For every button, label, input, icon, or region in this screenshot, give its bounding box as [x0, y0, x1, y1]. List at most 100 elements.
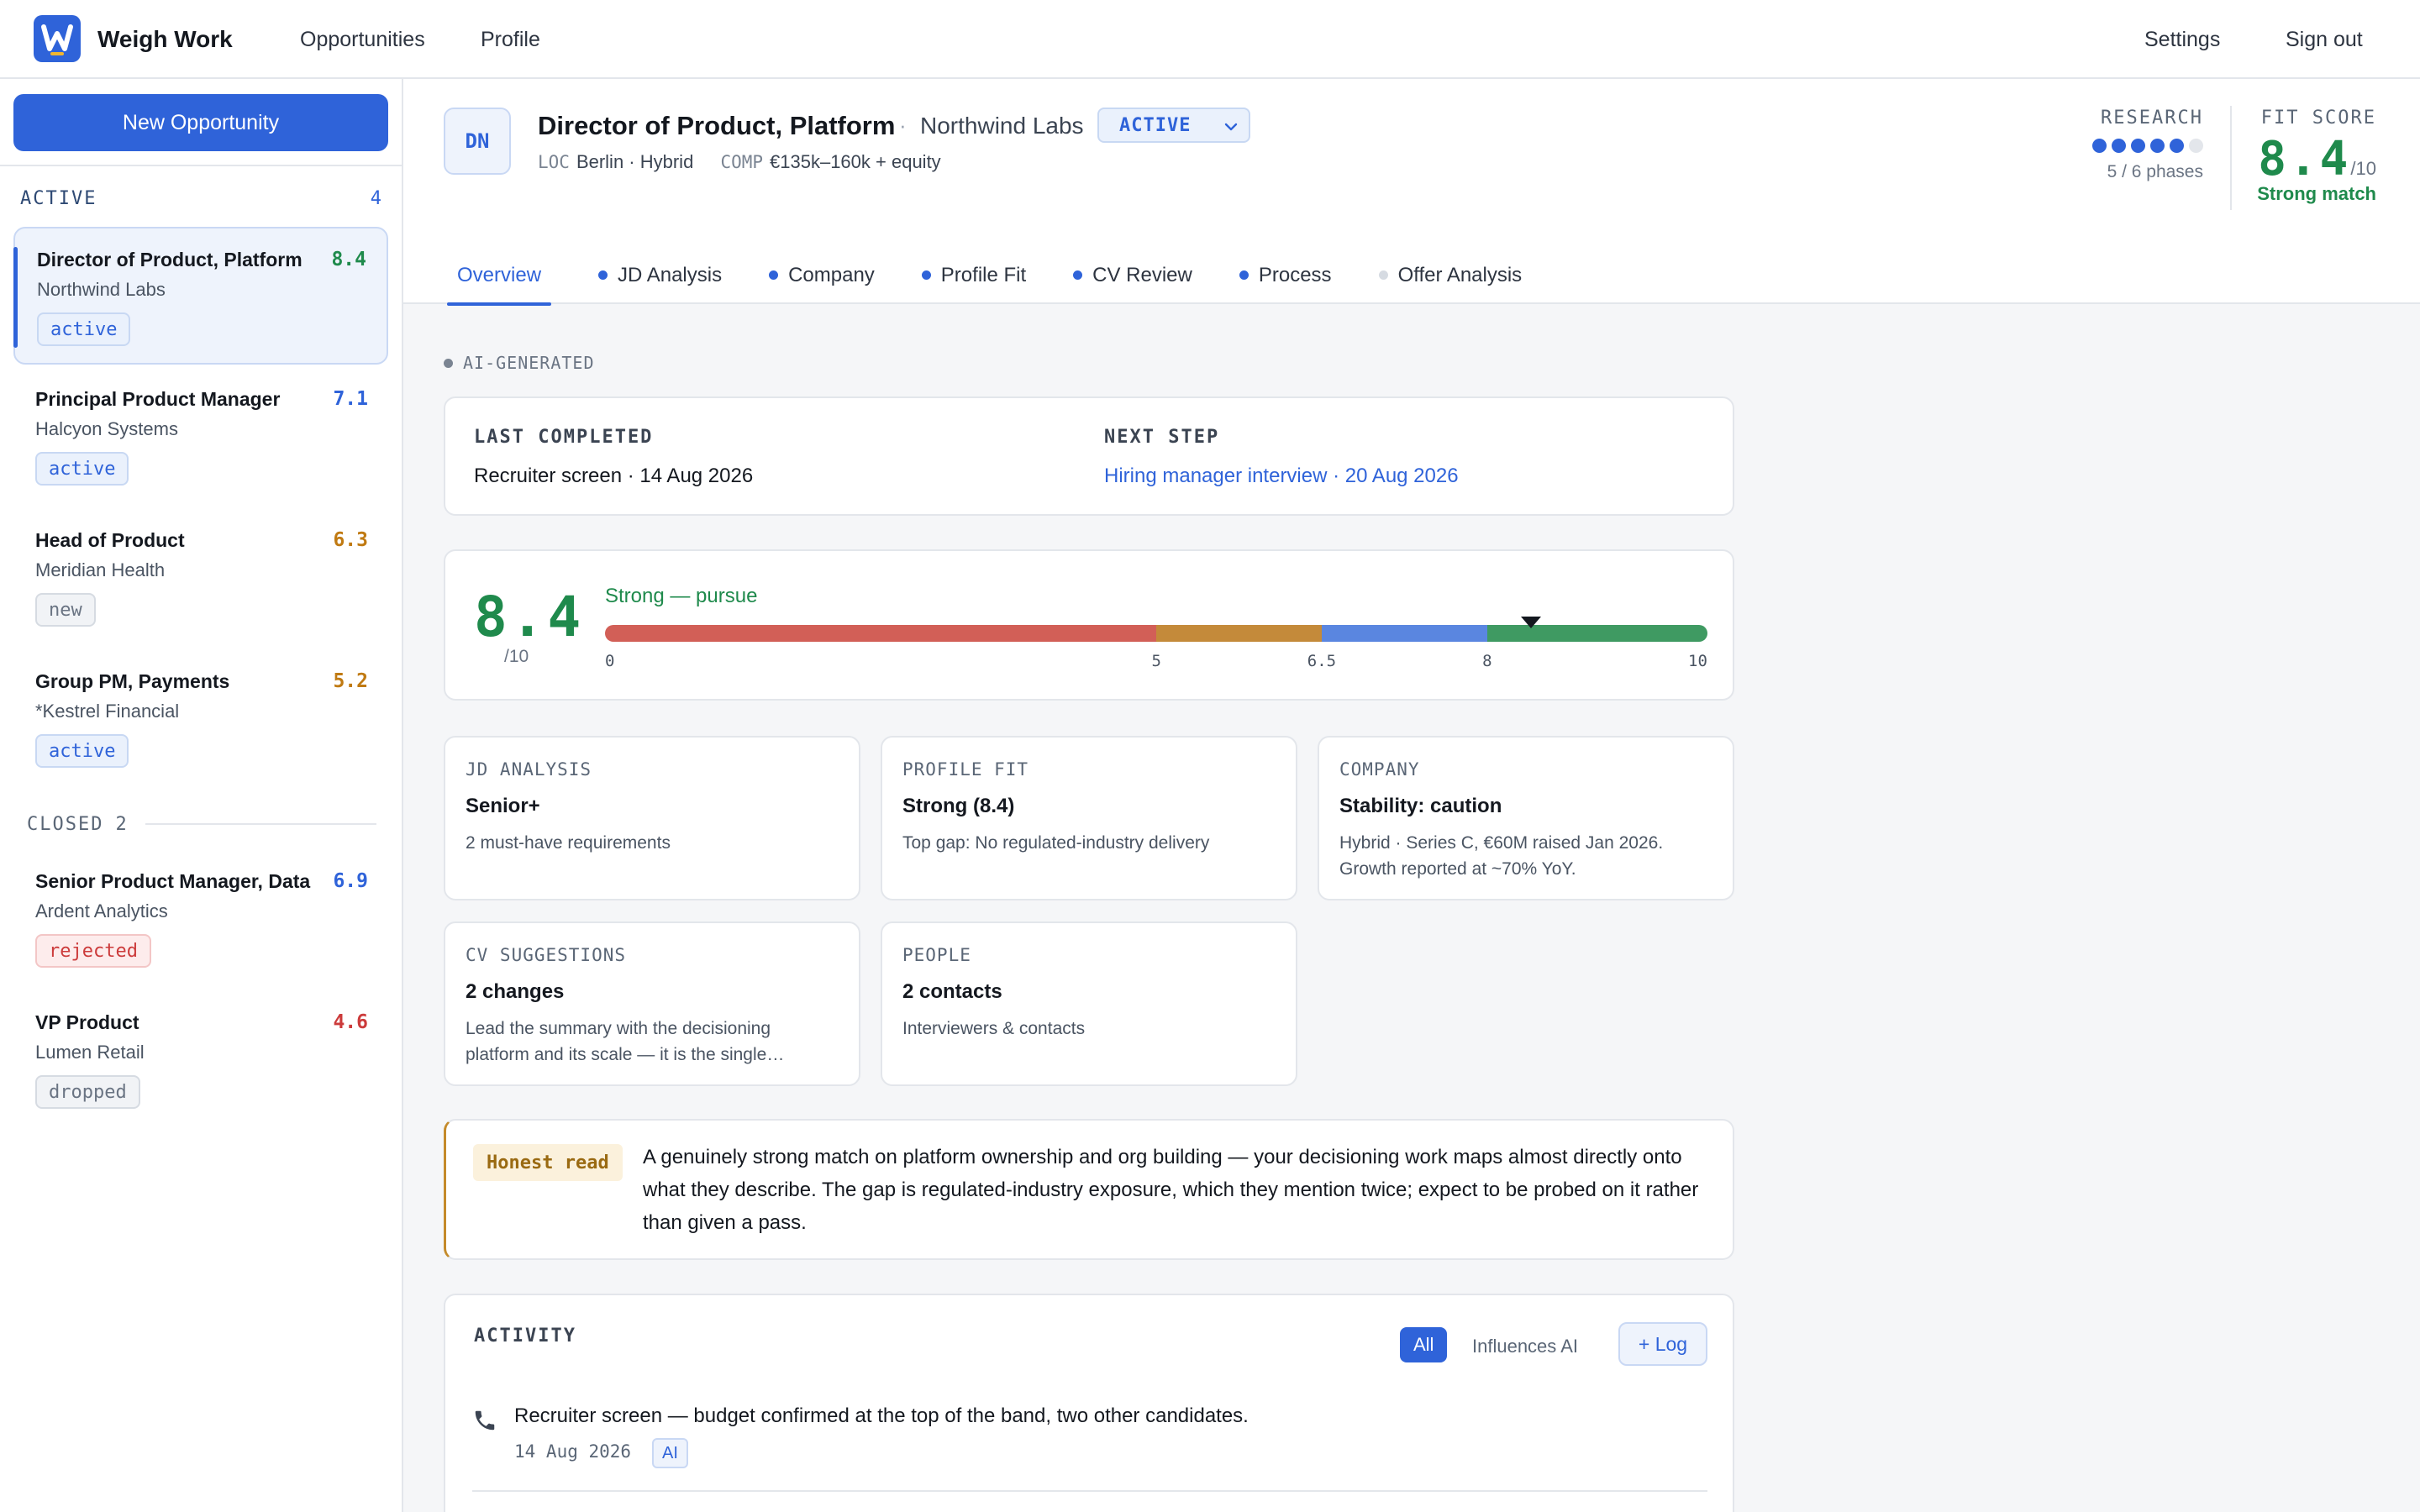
status-badge: active — [37, 312, 131, 346]
status-dot-icon — [921, 270, 931, 280]
opportunity-item[interactable]: Group PM, Payments *Kestrel Financial 5.… — [13, 650, 388, 788]
active-group-count: 4 — [370, 188, 381, 209]
top-nav: Weigh Work Opportunities Profile Setting… — [0, 0, 2420, 79]
new-opportunity-button[interactable]: New Opportunity — [13, 94, 388, 151]
tile-label: CV SUGGESTIONS — [466, 945, 627, 965]
dot-icon — [444, 358, 453, 368]
score-tick-label: 5 — [1151, 652, 1161, 670]
status-dot-icon — [598, 270, 608, 280]
tab-profile-fit[interactable]: Profile Fit — [921, 259, 1027, 304]
page-title: Director of Product, Platform — [538, 111, 896, 140]
score-bar-segment — [1156, 625, 1322, 642]
score-tick-label: 0 — [605, 652, 615, 670]
opportunity-item[interactable]: Head of Product Meridian Health 6.3 new — [13, 509, 388, 647]
opportunity-item[interactable]: Principal Product Manager Halcyon System… — [13, 368, 388, 506]
opportunity-item[interactable]: VP Product Lumen Retail 4.6 dropped — [13, 991, 388, 1129]
phone-icon — [475, 1410, 495, 1431]
status-dot-icon — [1378, 270, 1388, 280]
opportunity-company: Northwind Labs — [37, 279, 166, 300]
opportunity-title: Principal Product Manager — [35, 388, 281, 410]
company-tile[interactable]: COMPANY Stability: caution Hybrid · Seri… — [1318, 736, 1734, 900]
tile-value: 2 contacts — [902, 980, 1002, 1003]
tile-description: 2 must-have requirements — [466, 833, 671, 853]
brand-name[interactable]: Weigh Work — [97, 26, 233, 53]
score-tick-label: 6.5 — [1307, 652, 1337, 670]
research-dots — [2084, 139, 2203, 154]
status-card: LAST COMPLETED Recruiter screen · 14 Aug… — [444, 396, 1734, 516]
sidebar-divider — [0, 165, 402, 166]
opportunity-company: Halcyon Systems — [35, 418, 178, 439]
status-badge: active — [35, 734, 129, 768]
tab-label: Company — [788, 264, 875, 286]
avatar: DN — [444, 108, 511, 175]
fit-score-denominator: /10 — [2350, 158, 2376, 179]
tab-label: Profile Fit — [940, 264, 1027, 286]
meta-row: LOC Berlin · Hybrid COMP €135k–160k + equi… — [538, 151, 963, 173]
company-name: Northwind Labs — [920, 113, 1084, 139]
jd-analysis-tile[interactable]: JD ANALYSIS Senior+ 2 must-have requirem… — [444, 736, 860, 900]
score-bar-segment — [605, 625, 1156, 642]
research-dot — [2189, 139, 2203, 153]
nav-sign-out[interactable]: Sign out — [2286, 28, 2363, 52]
cv-suggestions-tile[interactable]: CV SUGGESTIONS 2 changes Lead the summar… — [444, 921, 860, 1086]
opportunity-score: 8.4 — [331, 249, 366, 270]
honest-read-card: Honest read A genuinely strong match on … — [444, 1119, 1734, 1260]
location-key: LOC — [538, 152, 570, 172]
tile-description-line: Growth reported at ~70% YoY. — [1339, 859, 1576, 879]
ai-generated-label: AI-GENERATED — [444, 353, 595, 373]
filter-influences-ai-button[interactable]: Influences AI — [1472, 1336, 1578, 1357]
tab-label: JD Analysis — [618, 264, 723, 286]
status-dropdown[interactable]: ACTIVE — [1097, 108, 1250, 143]
tile-label: COMPANY — [1339, 759, 1420, 780]
filter-all-button[interactable]: All — [1400, 1327, 1448, 1362]
research-progress: RESEARCH 5 / 6 phases — [2084, 108, 2203, 182]
opportunity-item[interactable]: Director of Product, Platform Northwind … — [13, 227, 388, 365]
status-dot-icon — [1239, 270, 1249, 280]
tab-bar: Overview JD Analysis Company Profile Fit… — [447, 259, 1522, 306]
last-completed-value: Recruiter screen · 14 Aug 2026 — [474, 465, 754, 487]
opportunity-item[interactable]: Senior Product Manager, Data Ardent Anal… — [13, 850, 388, 988]
log-button[interactable]: + Log — [1618, 1322, 1707, 1366]
research-dot — [2112, 139, 2126, 153]
tab-process[interactable]: Process — [1239, 259, 1332, 304]
w-logo-icon[interactable] — [34, 15, 81, 62]
status-dot-icon — [1073, 270, 1083, 280]
opportunity-title: Director of Product, Platform — [37, 249, 302, 270]
score-verdict: Strong — pursue — [605, 585, 758, 607]
compensation-key: COMP — [720, 152, 764, 172]
status-badge: new — [35, 593, 96, 627]
next-step-link[interactable]: Hiring manager interview · 20 Aug 2026 — [1104, 465, 1459, 488]
score-bar-segment — [1486, 625, 1707, 642]
opportunity-score: 4.6 — [333, 1011, 368, 1033]
nav-opportunities[interactable]: Opportunities — [300, 28, 425, 52]
honest-read-badge: Honest read — [473, 1144, 623, 1181]
tab-overview[interactable]: Overview — [447, 259, 552, 306]
tile-value: Senior+ — [466, 795, 540, 817]
closed-group-header: CLOSED 2 — [27, 811, 376, 837]
status-dot-icon — [769, 270, 779, 280]
tab-company[interactable]: Company — [769, 259, 875, 304]
opportunity-score: 6.9 — [333, 870, 368, 892]
tile-value: Stability: caution — [1339, 795, 1502, 817]
nav-settings[interactable]: Settings — [2144, 28, 2220, 52]
people-tile[interactable]: PEOPLE 2 contacts Interviewers & contact… — [881, 921, 1297, 1086]
last-completed-label: LAST COMPLETED — [474, 427, 654, 448]
profile-fit-tile[interactable]: PROFILE FIT Strong (8.4) Top gap: No reg… — [881, 736, 1297, 900]
ai-generated-text: AI-GENERATED — [463, 353, 595, 373]
honest-read-text: A genuinely strong match on platform own… — [643, 1146, 1699, 1234]
title-separator: · — [899, 113, 907, 138]
opportunity-title: Head of Product — [35, 529, 185, 551]
score-tick-label: 8 — [1482, 652, 1492, 670]
status-badge: rejected — [35, 934, 151, 968]
activity-text: Recruiter screen — budget confirmed at t… — [514, 1404, 1249, 1427]
chevron-down-icon — [1224, 123, 1238, 131]
research-label: RESEARCH — [2101, 108, 2203, 129]
tab-cv-review[interactable]: CV Review — [1073, 259, 1192, 304]
tab-offer-analysis[interactable]: Offer Analysis — [1378, 259, 1522, 304]
nav-profile[interactable]: Profile — [481, 28, 540, 52]
tile-value: 2 changes — [466, 980, 565, 1003]
score-tick-label: 10 — [1688, 652, 1707, 670]
fit-score-verdict: Strong match — [2257, 183, 2376, 204]
tab-label: Process — [1258, 264, 1332, 286]
tab-jd-analysis[interactable]: JD Analysis — [598, 259, 722, 304]
